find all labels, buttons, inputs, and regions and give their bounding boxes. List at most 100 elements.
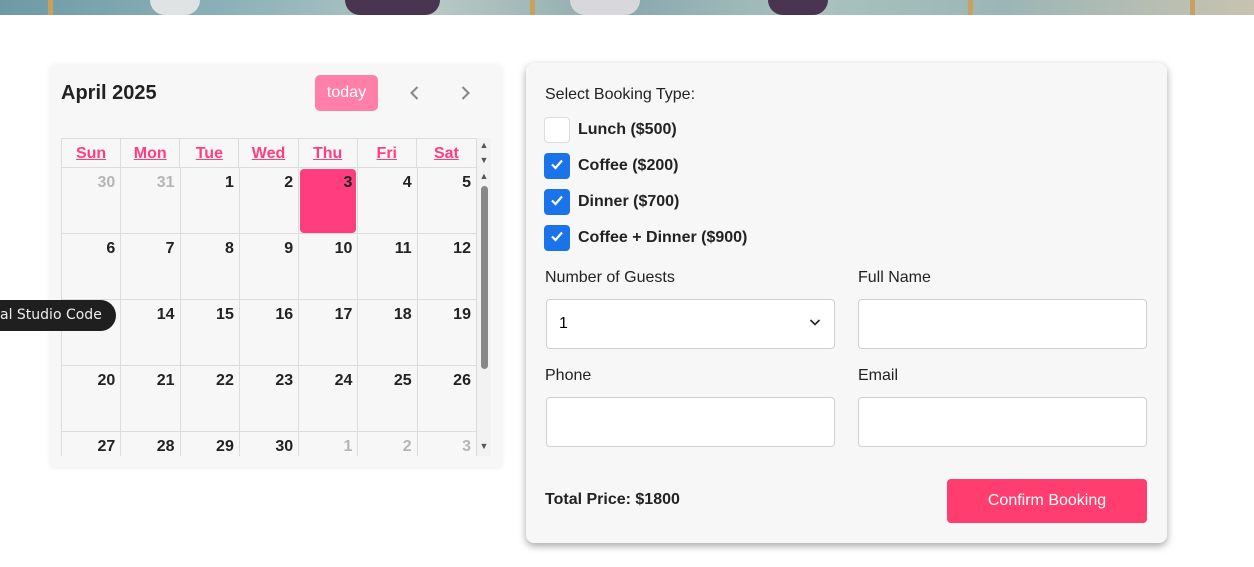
scroll-down-arrow-icon[interactable]: ▼ bbox=[479, 155, 489, 165]
weekday-sun[interactable]: Sun bbox=[62, 139, 122, 168]
scroll-up-arrow-icon[interactable]: ▲ bbox=[479, 171, 489, 181]
calendar-day[interactable]: 6 bbox=[62, 234, 122, 300]
calendar-day[interactable]: 7 bbox=[121, 234, 181, 300]
calendar-day[interactable]: 21 bbox=[121, 366, 181, 432]
option-coffee[interactable]: Coffee ($200) bbox=[544, 153, 678, 179]
day-number: 2 bbox=[284, 174, 294, 191]
day-number: 27 bbox=[97, 438, 116, 455]
coffee-dinner-checkbox[interactable] bbox=[544, 225, 570, 251]
booking-form: Select Booking Type: Lunch ($500) Coffee… bbox=[526, 63, 1167, 543]
lunch-checkbox[interactable] bbox=[544, 117, 570, 143]
weekday-tue[interactable]: Tue bbox=[180, 139, 240, 168]
calendar-day[interactable]: 15 bbox=[181, 300, 240, 366]
option-dinner[interactable]: Dinner ($700) bbox=[544, 189, 679, 215]
day-number: 25 bbox=[393, 372, 412, 389]
total-price: Total Price: $1800 bbox=[545, 491, 680, 508]
calendar-day[interactable]: 28 bbox=[121, 432, 181, 456]
email-label: Email bbox=[858, 367, 899, 384]
scroll-down-arrow-icon[interactable]: ▼ bbox=[479, 441, 489, 451]
option-label: Lunch ($500) bbox=[578, 121, 677, 138]
calendar-week: 13 14 15 16 17 18 19 bbox=[62, 299, 477, 366]
weekday-mon[interactable]: Mon bbox=[121, 139, 181, 168]
day-number: 18 bbox=[393, 306, 412, 323]
scroll-up-arrow-icon[interactable]: ▲ bbox=[479, 140, 489, 150]
calendar-day[interactable]: 10 bbox=[299, 234, 359, 300]
calendar-day[interactable]: 25 bbox=[358, 366, 418, 432]
option-coffee-dinner[interactable]: Coffee + Dinner ($900) bbox=[544, 225, 747, 251]
calendar-day[interactable]: 1 bbox=[299, 432, 359, 456]
coffee-checkbox[interactable] bbox=[544, 153, 570, 179]
calendar-day-today[interactable]: 3 bbox=[299, 168, 359, 234]
calendar-day[interactable]: 29 bbox=[181, 432, 240, 456]
calendar-title: April 2025 bbox=[61, 82, 157, 104]
day-number: 14 bbox=[156, 306, 175, 323]
checkmark-icon bbox=[549, 192, 565, 213]
calendar-day[interactable]: 9 bbox=[240, 234, 300, 300]
day-number: 29 bbox=[216, 438, 234, 455]
calendar-day[interactable]: 20 bbox=[62, 366, 122, 432]
calendar-day[interactable]: 26 bbox=[418, 366, 477, 432]
today-button[interactable]: today bbox=[315, 75, 378, 111]
calendar-week: 27 28 29 30 1 2 3 bbox=[62, 431, 477, 456]
day-number: 4 bbox=[402, 174, 412, 191]
prev-month-button[interactable] bbox=[400, 78, 430, 110]
fullname-input[interactable] bbox=[858, 299, 1147, 349]
day-number: 6 bbox=[106, 240, 116, 257]
day-number: 11 bbox=[394, 240, 412, 257]
phone-input[interactable] bbox=[546, 397, 835, 447]
guests-value: 1 bbox=[559, 315, 568, 332]
calendar-day[interactable]: 12 bbox=[418, 234, 477, 300]
calendar-day[interactable]: 4 bbox=[358, 168, 418, 234]
day-number: 30 bbox=[97, 174, 116, 191]
chevron-right-icon bbox=[457, 81, 473, 107]
day-number: 21 bbox=[156, 372, 175, 389]
calendar-day[interactable]: 18 bbox=[358, 300, 418, 366]
day-number: 7 bbox=[165, 240, 175, 257]
calendar-day[interactable]: 11 bbox=[358, 234, 418, 300]
scrollbar-thumb[interactable] bbox=[481, 186, 488, 369]
dinner-checkbox[interactable] bbox=[544, 189, 570, 215]
day-number: 12 bbox=[453, 240, 471, 257]
booking-type-label: Select Booking Type: bbox=[545, 86, 696, 103]
day-number: 2 bbox=[402, 438, 412, 455]
day-number: 28 bbox=[156, 438, 175, 455]
option-lunch[interactable]: Lunch ($500) bbox=[544, 117, 677, 143]
calendar-day[interactable]: 30 bbox=[62, 168, 122, 234]
calendar-day[interactable]: 5 bbox=[418, 168, 477, 234]
calendar-day[interactable]: 23 bbox=[240, 366, 300, 432]
guests-label: Number of Guests bbox=[545, 269, 675, 286]
weekday-thu[interactable]: Thu bbox=[299, 139, 358, 168]
next-month-button[interactable] bbox=[450, 78, 480, 110]
calendar-day[interactable]: 2 bbox=[358, 432, 418, 456]
weekday-fri[interactable]: Fri bbox=[358, 139, 417, 168]
header-banner-image bbox=[0, 0, 1254, 15]
calendar-day[interactable]: 16 bbox=[240, 300, 300, 366]
weekday-wed[interactable]: Wed bbox=[239, 139, 299, 168]
calendar-day[interactable]: 8 bbox=[181, 234, 240, 300]
option-label: Dinner ($700) bbox=[578, 193, 680, 210]
phone-label: Phone bbox=[545, 367, 592, 384]
day-number: 3 bbox=[343, 174, 353, 191]
guests-select[interactable]: 1 bbox=[546, 299, 835, 349]
calendar-day[interactable]: 14 bbox=[121, 300, 181, 366]
confirm-booking-button[interactable]: Confirm Booking bbox=[947, 479, 1147, 523]
calendar-week: 30 31 1 2 3 4 5 bbox=[62, 167, 477, 234]
calendar-day[interactable]: 1 bbox=[181, 168, 240, 234]
calendar-scrollbar[interactable]: ▲ ▼ ▲ ▼ bbox=[477, 138, 491, 456]
calendar-day[interactable]: 30 bbox=[240, 432, 300, 456]
day-number: 16 bbox=[275, 306, 294, 323]
calendar-day[interactable]: 24 bbox=[299, 366, 359, 432]
calendar-day[interactable]: 31 bbox=[121, 168, 181, 234]
weekday-sat[interactable]: Sat bbox=[417, 139, 476, 168]
chevron-left-icon bbox=[407, 81, 423, 107]
day-number: 9 bbox=[284, 240, 294, 257]
calendar-day[interactable]: 27 bbox=[62, 432, 122, 456]
calendar-day[interactable]: 3 bbox=[418, 432, 477, 456]
email-input[interactable] bbox=[858, 397, 1147, 447]
calendar-day[interactable]: 2 bbox=[240, 168, 300, 234]
fullname-label: Full Name bbox=[858, 269, 931, 286]
calendar-week: 20 21 22 23 24 25 26 bbox=[62, 365, 477, 432]
calendar-day[interactable]: 17 bbox=[299, 300, 359, 366]
calendar-day[interactable]: 22 bbox=[181, 366, 240, 432]
calendar-day[interactable]: 19 bbox=[418, 300, 477, 366]
